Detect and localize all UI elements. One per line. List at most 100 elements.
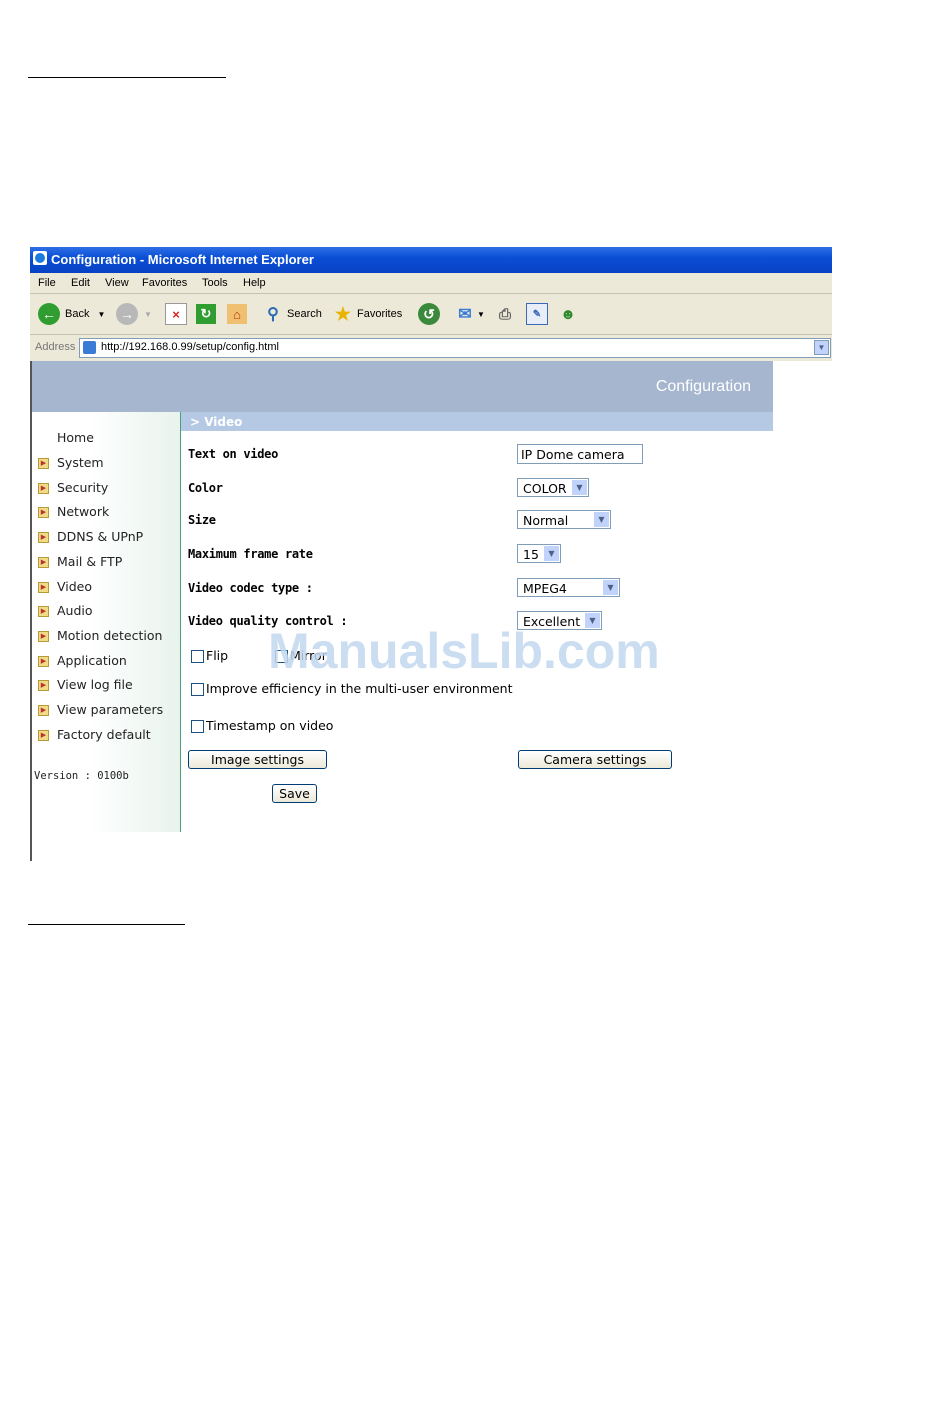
arrow-icon: ▶ bbox=[38, 483, 49, 494]
arrow-icon: ▶ bbox=[38, 631, 49, 642]
arrow-icon: ▶ bbox=[38, 730, 49, 741]
forward-dropdown-icon: ▼ bbox=[144, 309, 152, 319]
menu-bar: File Edit View Favorites Tools Help bbox=[30, 273, 832, 294]
browser-window: Configuration - Microsoft Internet Explo… bbox=[30, 247, 832, 861]
history-icon: ↺ bbox=[418, 303, 440, 325]
arrow-icon: ▶ bbox=[38, 507, 49, 518]
codec-select[interactable]: MPEG4 ▼ bbox=[517, 578, 620, 597]
sidebar-item-mail-ftp[interactable]: Mail & FTP bbox=[57, 554, 122, 569]
color-select[interactable]: COLOR ▼ bbox=[517, 478, 589, 497]
messenger-button[interactable]: ☻ bbox=[558, 302, 578, 326]
page-icon bbox=[83, 341, 96, 354]
text-on-video-input[interactable]: IP Dome camera bbox=[517, 444, 643, 464]
bottom-rule bbox=[28, 924, 185, 925]
history-button[interactable]: ↺ bbox=[418, 302, 440, 326]
mail-icon: ✉ bbox=[458, 306, 472, 323]
sidebar-divider bbox=[180, 412, 181, 832]
address-label: Address bbox=[35, 341, 76, 353]
arrow-icon: ▶ bbox=[38, 557, 49, 568]
search-button[interactable]: ⚲ Search bbox=[263, 302, 322, 326]
menu-favorites[interactable]: Favorites bbox=[142, 277, 187, 289]
sidebar-item-network[interactable]: Network bbox=[57, 504, 109, 519]
timestamp-label: Timestamp on video bbox=[206, 718, 334, 733]
arrow-icon: ▶ bbox=[38, 582, 49, 593]
section-title: > Video bbox=[190, 415, 243, 429]
stop-icon: × bbox=[165, 303, 187, 325]
address-bar: Address http://192.168.0.99/setup/config… bbox=[30, 335, 832, 361]
sidebar-item-application[interactable]: Application bbox=[57, 653, 127, 668]
frame-rate-label: Maximum frame rate bbox=[188, 547, 313, 561]
menu-help[interactable]: Help bbox=[243, 277, 266, 289]
arrow-icon: ▶ bbox=[38, 705, 49, 716]
codec-value: MPEG4 bbox=[523, 581, 567, 596]
favorites-label: Favorites bbox=[357, 308, 403, 320]
sidebar-item-factory-default[interactable]: Factory default bbox=[57, 727, 151, 742]
version-text: Version : 0100b bbox=[34, 770, 129, 782]
forward-button[interactable]: → ▼ bbox=[116, 302, 152, 326]
favorites-button[interactable]: ★ Favorites bbox=[333, 302, 402, 326]
arrow-icon: ▶ bbox=[38, 656, 49, 667]
home-button[interactable]: ⌂ bbox=[227, 302, 247, 326]
back-arrow-icon: ← bbox=[38, 303, 60, 325]
page-title: Configuration bbox=[655, 378, 751, 395]
save-button[interactable]: Save bbox=[272, 784, 317, 803]
chevron-down-icon: ▼ bbox=[544, 546, 559, 561]
chevron-down-icon: ▼ bbox=[594, 512, 609, 527]
mail-button[interactable]: ✉ ▼ bbox=[455, 302, 485, 326]
image-settings-button[interactable]: Image settings bbox=[188, 750, 327, 769]
address-dropdown-icon[interactable]: ▼ bbox=[814, 340, 829, 355]
color-value: COLOR bbox=[523, 481, 567, 496]
window-title: Configuration - Microsoft Internet Explo… bbox=[51, 252, 314, 267]
address-input[interactable]: http://192.168.0.99/setup/config.html ▼ bbox=[79, 338, 831, 358]
size-value: Normal bbox=[523, 513, 569, 528]
chevron-down-icon: ▼ bbox=[572, 480, 587, 495]
frame-rate-select[interactable]: 15 ▼ bbox=[517, 544, 561, 563]
print-icon: ⎙ bbox=[498, 305, 511, 323]
sidebar-item-video[interactable]: Video bbox=[57, 579, 92, 594]
edit-button[interactable]: ✎ bbox=[526, 302, 548, 326]
forward-arrow-icon: → bbox=[116, 303, 138, 325]
text-on-video-label: Text on video bbox=[188, 447, 279, 461]
title-bar: Configuration - Microsoft Internet Explo… bbox=[30, 247, 832, 273]
top-rule bbox=[28, 77, 226, 78]
arrow-icon: ▶ bbox=[38, 606, 49, 617]
page-banner: Configuration bbox=[32, 361, 773, 412]
back-label: Back bbox=[65, 308, 90, 320]
menu-tools[interactable]: Tools bbox=[202, 277, 228, 289]
sidebar-item-ddns-upnp[interactable]: DDNS & UPnP bbox=[57, 529, 143, 544]
page-content: Configuration Home ▶ System ▶ Security ▶… bbox=[30, 361, 832, 861]
menu-edit[interactable]: Edit bbox=[71, 277, 90, 289]
ie-icon bbox=[33, 251, 47, 265]
search-icon: ⚲ bbox=[267, 306, 279, 323]
refresh-button[interactable]: ↻ bbox=[196, 302, 216, 326]
flip-label: Flip bbox=[206, 648, 229, 663]
toolbar: ← Back ▼ → ▼ × ↻ ⌂ ⚲ Search ★ Favorites … bbox=[30, 294, 832, 335]
arrow-icon: ▶ bbox=[38, 532, 49, 543]
sidebar-item-view-log-file[interactable]: View log file bbox=[57, 677, 133, 692]
address-url: http://192.168.0.99/setup/config.html bbox=[101, 341, 279, 353]
sidebar-item-security[interactable]: Security bbox=[57, 480, 108, 495]
section-header: > Video bbox=[181, 412, 773, 431]
sidebar-item-audio[interactable]: Audio bbox=[57, 603, 93, 618]
sidebar-item-home[interactable]: Home bbox=[57, 430, 94, 445]
menu-view[interactable]: View bbox=[105, 277, 129, 289]
search-label: Search bbox=[287, 308, 322, 320]
sidebar-item-view-parameters[interactable]: View parameters bbox=[57, 702, 163, 717]
back-dropdown-icon: ▼ bbox=[97, 309, 106, 319]
mail-dropdown-icon: ▼ bbox=[477, 309, 485, 319]
back-button[interactable]: ← Back ▼ bbox=[38, 302, 105, 326]
messenger-icon: ☻ bbox=[560, 305, 576, 323]
stop-button[interactable]: × bbox=[165, 302, 187, 326]
size-select[interactable]: Normal ▼ bbox=[517, 510, 611, 529]
improve-efficiency-label: Improve efficiency in the multi-user env… bbox=[206, 681, 513, 696]
sidebar-item-motion-detection[interactable]: Motion detection bbox=[57, 628, 162, 643]
arrow-icon: ▶ bbox=[38, 458, 49, 469]
flip-checkbox[interactable] bbox=[191, 650, 204, 663]
improve-efficiency-checkbox[interactable] bbox=[191, 683, 204, 696]
print-button[interactable]: ⎙ bbox=[495, 302, 515, 326]
menu-file[interactable]: File bbox=[38, 277, 56, 289]
sidebar-item-system[interactable]: System bbox=[57, 455, 104, 470]
timestamp-checkbox[interactable] bbox=[191, 720, 204, 733]
camera-settings-button[interactable]: Camera settings bbox=[518, 750, 672, 769]
star-icon: ★ bbox=[334, 303, 352, 324]
